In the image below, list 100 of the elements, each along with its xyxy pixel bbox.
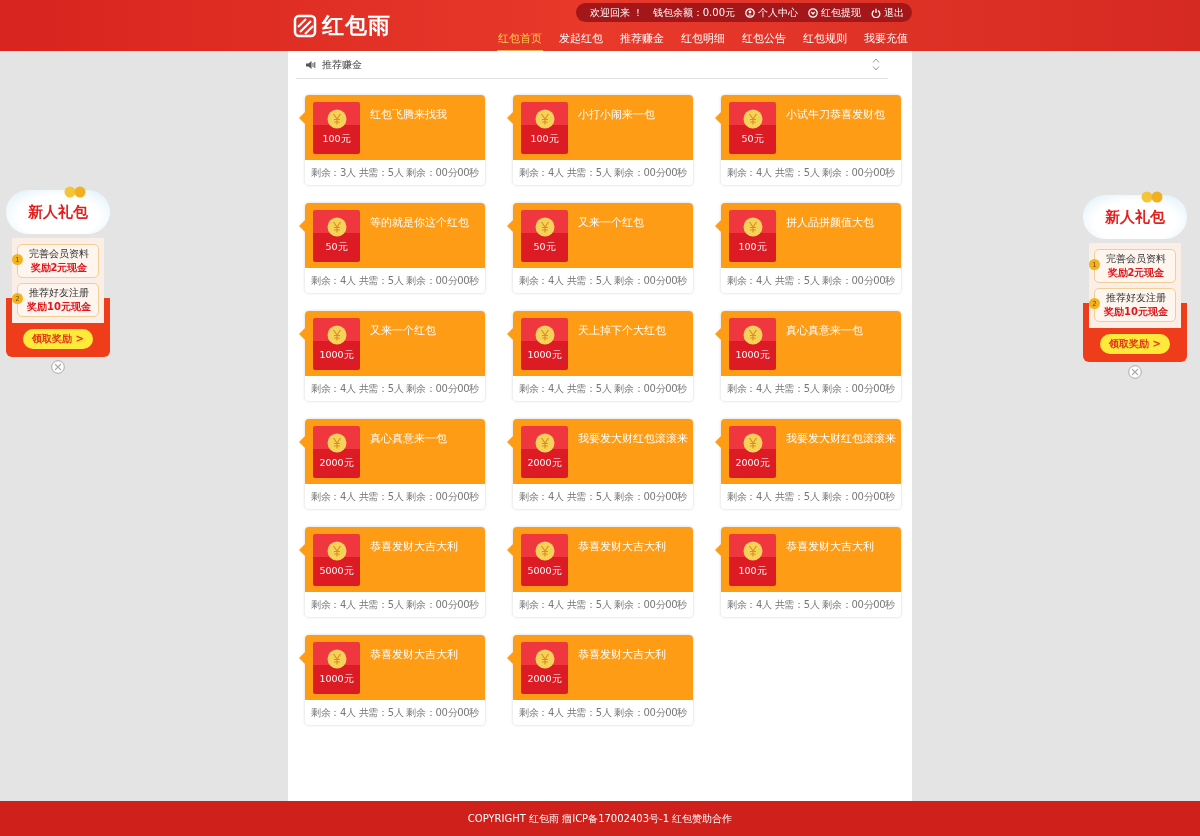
yen-coin-icon: [742, 109, 763, 129]
speaker-icon: [305, 59, 316, 70]
packet-title: 真心真意来一包: [786, 323, 863, 339]
yen-coin-icon: [534, 541, 555, 561]
packet-stats: 剩余：4人 共需：5人 剩余：00分00秒: [517, 597, 689, 612]
amount-text: 5000元: [527, 565, 562, 578]
amount-text: 5000元: [319, 565, 354, 578]
coins-icon: [1141, 191, 1163, 203]
logo-icon: [293, 14, 317, 38]
amount-text: 100元: [530, 133, 559, 146]
coins-icon: [64, 186, 86, 198]
amount-text: 100元: [738, 241, 767, 254]
amount-text: 50元: [325, 241, 348, 254]
packet-title: 红包飞腾来找我: [370, 107, 447, 123]
yen-coin-icon: [742, 217, 763, 237]
amount-text: 100元: [322, 133, 351, 146]
nav-tab[interactable]: 发起红包: [558, 29, 604, 52]
packet-stats: 剩余：4人 共需：5人 剩余：00分00秒: [309, 597, 481, 612]
packet-stats: 剩余：3人 共需：5人 剩余：00分00秒: [309, 165, 481, 180]
yen-coin-icon: [326, 649, 347, 669]
yen-coin-icon: [326, 109, 347, 129]
notice-text: 推荐赚金: [322, 57, 362, 72]
amount-text: 1000元: [735, 349, 770, 362]
user-icon: [745, 7, 755, 18]
yen-coin-icon: [326, 541, 347, 561]
packet-stats: 剩余：4人 共需：5人 剩余：00分00秒: [517, 381, 689, 396]
gift-title: 新人礼包: [1105, 207, 1165, 227]
yen-coin-icon: [742, 325, 763, 345]
amount-text: 2000元: [319, 457, 354, 470]
amount-text: 50元: [533, 241, 556, 254]
yen-coin-icon: [326, 325, 347, 345]
nav-tab[interactable]: 红包规则: [802, 29, 848, 52]
task-label: 推荐好友注册: [1106, 291, 1166, 305]
nav-tab[interactable]: 红包公告: [741, 29, 787, 52]
packet-stats: 剩余：4人 共需：5人 剩余：00分00秒: [725, 489, 897, 504]
packet-title: 拼人品拼颜值大包: [786, 215, 874, 231]
reward-text: 奖励10元现金: [27, 300, 91, 314]
amount-text: 1000元: [319, 673, 354, 686]
yen-coin-icon: [534, 217, 555, 237]
task-label: 完善会员资料: [1106, 252, 1166, 266]
packet-stats: 剩余：4人 共需：5人 剩余：00分00秒: [517, 705, 689, 720]
packet-stats: 剩余：4人 共需：5人 剩余：00分00秒: [309, 489, 481, 504]
amount-text: 1000元: [527, 349, 562, 362]
packet-stats: 剩余：4人 共需：5人 剩余：00分00秒: [725, 273, 897, 288]
nav-tab[interactable]: 我要充值: [863, 29, 909, 52]
chevron-up-icon: [872, 58, 880, 63]
claim-button[interactable]: 领取奖励 >: [1100, 334, 1170, 354]
yen-coin-icon: [534, 325, 555, 345]
packet-title: 又来一个红包: [370, 323, 436, 339]
packet-title: 又来一个红包: [578, 215, 644, 231]
user-link[interactable]: 个人中心: [758, 5, 798, 20]
user-link[interactable]: 退出: [884, 5, 904, 20]
packet-title: 天上掉下个大红包: [578, 323, 666, 339]
packet-title: 等的就是你这个红包: [370, 215, 469, 231]
packet-title: 恭喜发财大吉大利: [370, 647, 458, 663]
yen-coin-icon: [534, 649, 555, 669]
yen-coin-icon: [326, 217, 347, 237]
packet-stats: 剩余：4人 共需：5人 剩余：00分00秒: [309, 705, 481, 720]
yen-coin-icon: [534, 109, 555, 129]
user-link[interactable]: 红包提现: [821, 5, 861, 20]
amount-text: 2000元: [527, 673, 562, 686]
task-label: 完善会员资料: [29, 247, 89, 261]
power-icon: [871, 7, 881, 18]
packet-stats: 剩余：4人 共需：5人 剩余：00分00秒: [725, 381, 897, 396]
packet-stats: 剩余：4人 共需：5人 剩余：00分00秒: [725, 165, 897, 180]
packet-stats: 剩余：4人 共需：5人 剩余：00分00秒: [517, 273, 689, 288]
copyright-text: COPYRIGHT 红包雨 痼ICP备17002403号-1 红包赞助合作: [467, 811, 733, 826]
amount-text: 50元: [741, 133, 764, 146]
amount-text: 2000元: [735, 457, 770, 470]
chevron-down-icon: [872, 66, 880, 71]
packet-title: 恭喜发财大吉大利: [786, 539, 874, 555]
user-info-text: 欢迎回来 ！: [589, 5, 643, 20]
close-icon: [1128, 365, 1142, 379]
user-info-text: 钱包余额：0.00元: [652, 5, 735, 20]
nav-tab[interactable]: 推荐赚金: [619, 29, 665, 52]
packet-title: 真心真意来一包: [370, 431, 447, 447]
packet-stats: 剩余：4人 共需：5人 剩余：00分00秒: [309, 273, 481, 288]
packet-title: 小打小闹来一包: [578, 107, 655, 123]
claim-button[interactable]: 领取奖励 >: [23, 329, 93, 349]
packet-stats: 剩余：4人 共需：5人 剩余：00分00秒: [725, 597, 897, 612]
download-icon: [808, 7, 818, 18]
task-label: 推荐好友注册: [29, 286, 89, 300]
yen-coin-icon: [534, 433, 555, 453]
nav-tab[interactable]: 红包明细: [680, 29, 726, 52]
reward-text: 奖励2元现金: [1107, 266, 1165, 280]
packet-stats: 剩余：4人 共需：5人 剩余：00分00秒: [517, 489, 689, 504]
amount-text: 100元: [738, 565, 767, 578]
gift-title: 新人礼包: [28, 202, 88, 222]
amount-text: 2000元: [527, 457, 562, 470]
reward-text: 奖励10元现金: [1104, 305, 1168, 319]
yen-coin-icon: [326, 433, 347, 453]
packet-stats: 剩余：4人 共需：5人 剩余：00分00秒: [517, 165, 689, 180]
yen-coin-icon: [742, 541, 763, 561]
packet-stats: 剩余：4人 共需：5人 剩余：00分00秒: [309, 381, 481, 396]
amount-text: 1000元: [319, 349, 354, 362]
packet-title: 我要发大财红包滚滚来: [578, 431, 688, 447]
packet-title: 恭喜发财大吉大利: [578, 539, 666, 555]
packet-title: 我要发大财红包滚滚来: [786, 431, 896, 447]
close-icon: [51, 360, 65, 374]
yen-coin-icon: [742, 433, 763, 453]
